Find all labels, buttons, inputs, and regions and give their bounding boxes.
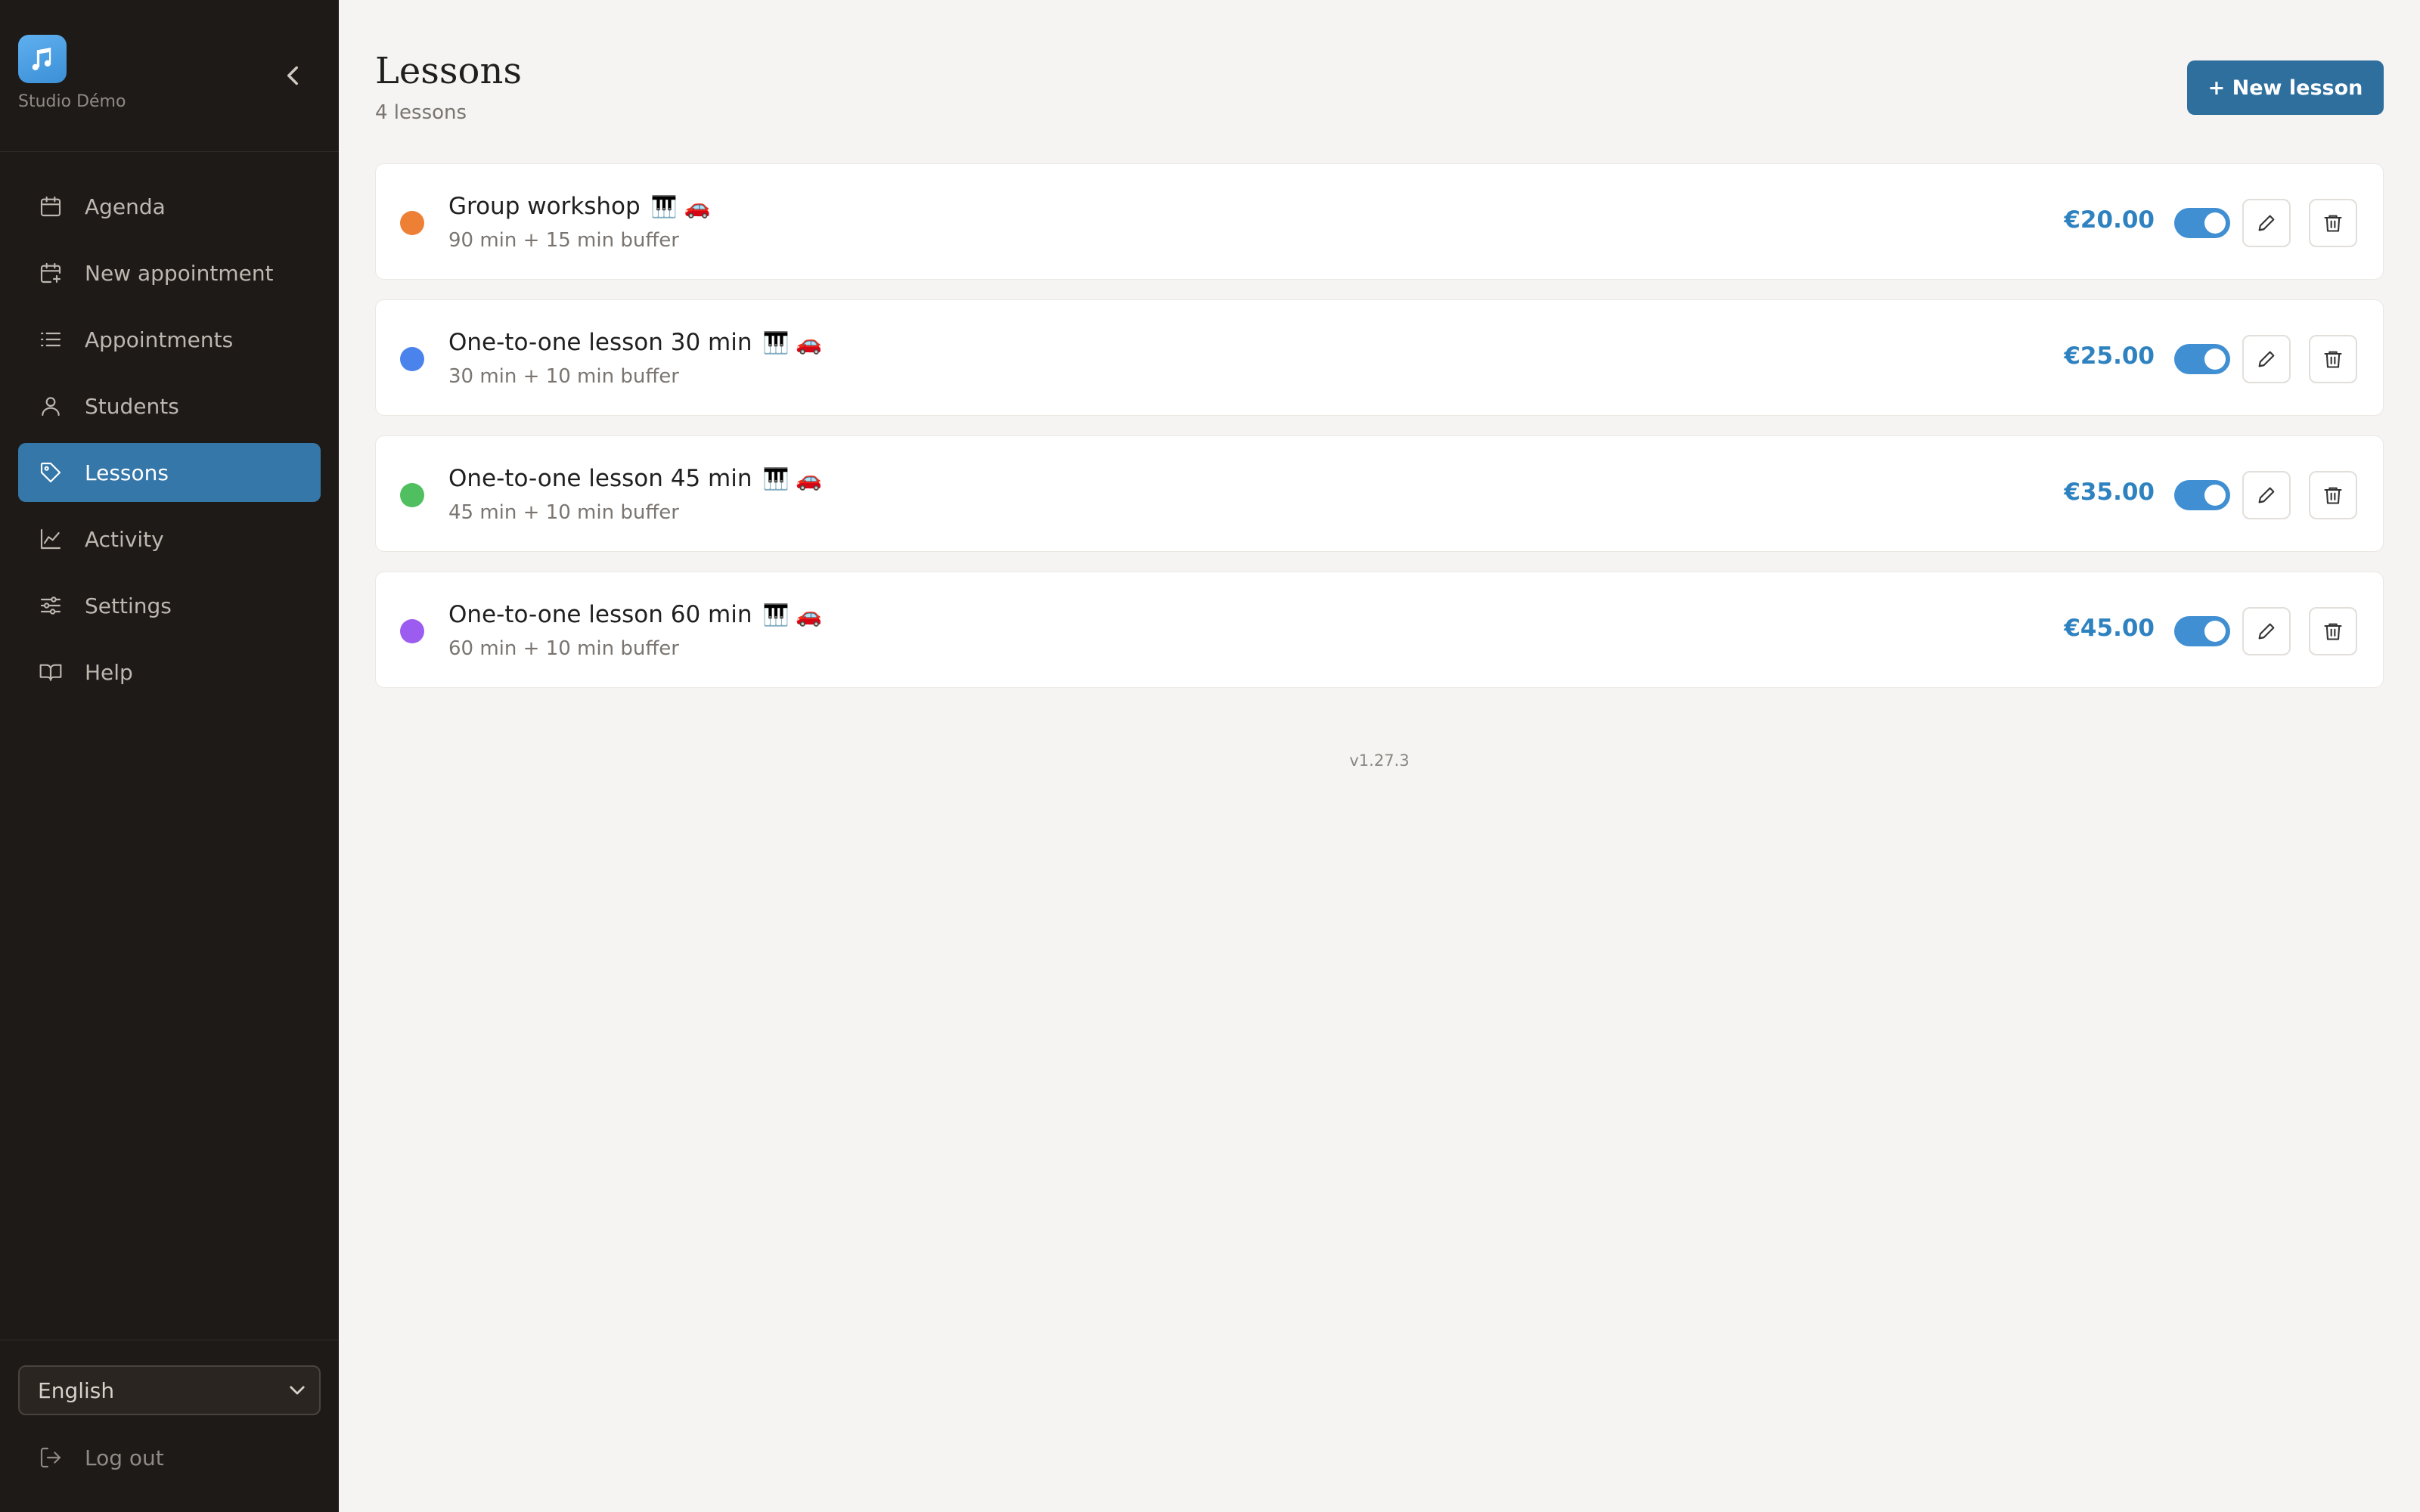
lesson-name: One-to-one lesson 45 min bbox=[448, 465, 752, 492]
edit-lesson-button[interactable] bbox=[2242, 335, 2291, 383]
logout-label: Log out bbox=[85, 1445, 164, 1470]
piano-car-icon: 🎹 🚗 bbox=[762, 603, 823, 627]
lesson-name-row: One-to-one lesson 60 min 🎹 🚗 bbox=[448, 601, 822, 628]
page-title: Lessons bbox=[375, 50, 522, 92]
lesson-duration: 60 min + 10 min buffer bbox=[448, 637, 679, 660]
lesson-name-row: One-to-one lesson 30 min 🎹 🚗 bbox=[448, 329, 822, 356]
lesson-color-dot bbox=[400, 483, 424, 507]
sidebar-item-label: Settings bbox=[85, 593, 172, 618]
edit-lesson-button[interactable] bbox=[2242, 471, 2291, 519]
sidebar-item-new-appointment[interactable]: New appointment bbox=[18, 243, 321, 302]
sidebar-item-label: Lessons bbox=[85, 460, 169, 485]
lesson-enabled-toggle[interactable] bbox=[2174, 344, 2230, 374]
language-selected-value: English bbox=[38, 1377, 115, 1403]
sidebar-item-label: Agenda bbox=[85, 194, 166, 219]
delete-lesson-button[interactable] bbox=[2309, 199, 2357, 247]
sidebar-item-label: New appointment bbox=[85, 260, 274, 286]
sidebar-item-appointments[interactable]: Appointments bbox=[18, 310, 321, 369]
sidebar-item-label: Appointments bbox=[85, 327, 234, 352]
lesson-duration: 30 min + 10 min buffer bbox=[448, 365, 679, 388]
lesson-card: One-to-one lesson 60 min 🎹 🚗 60 min + 10 … bbox=[375, 572, 2384, 688]
music-note-icon[interactable] bbox=[18, 35, 67, 83]
trash-icon bbox=[2324, 351, 2342, 368]
tag-icon bbox=[38, 460, 64, 485]
trash-icon bbox=[2324, 623, 2342, 640]
sidebar-item-label: Students bbox=[85, 393, 179, 419]
sidebar-item-help[interactable]: Help bbox=[18, 643, 321, 702]
sidebar-item-agenda[interactable]: Agenda bbox=[18, 177, 321, 236]
piano-car-icon: 🎹 🚗 bbox=[762, 330, 823, 355]
lesson-enabled-toggle[interactable] bbox=[2174, 616, 2230, 646]
lesson-card: Group workshop 🎹 🚗 90 min + 15 min buffer… bbox=[375, 163, 2384, 280]
lesson-duration: 90 min + 15 min buffer bbox=[448, 229, 679, 252]
trash-icon bbox=[2324, 215, 2342, 232]
collapse-sidebar-button[interactable] bbox=[284, 62, 301, 89]
lesson-card: One-to-one lesson 30 min 🎹 🚗 30 min + 10 … bbox=[375, 299, 2384, 416]
book-icon bbox=[38, 659, 64, 685]
lesson-enabled-toggle[interactable] bbox=[2174, 480, 2230, 510]
new-lesson-button[interactable]: + New lesson bbox=[2187, 60, 2384, 115]
lesson-price: €20.00 bbox=[2064, 206, 2155, 234]
sidebar-item-label: Help bbox=[85, 659, 133, 685]
lesson-color-dot bbox=[400, 347, 424, 371]
sidebar-item-label: Activity bbox=[85, 526, 164, 552]
pencil-icon bbox=[2258, 215, 2275, 231]
sidebar-nav: Agenda New appointment Appointments Stud… bbox=[18, 177, 321, 709]
trash-icon bbox=[2324, 487, 2342, 504]
chart-line-icon bbox=[38, 526, 64, 552]
main-content: Lessons 4 lessons + New lesson Group wor… bbox=[339, 0, 2420, 1512]
lesson-enabled-toggle[interactable] bbox=[2174, 208, 2230, 238]
lesson-name: One-to-one lesson 60 min bbox=[448, 601, 752, 628]
sidebar-divider bbox=[0, 151, 339, 152]
chevron-down-icon bbox=[290, 1386, 305, 1395]
sidebar-item-settings[interactable]: Settings bbox=[18, 576, 321, 635]
user-icon bbox=[38, 393, 64, 419]
list-icon bbox=[38, 327, 64, 352]
lesson-name: One-to-one lesson 30 min bbox=[448, 329, 752, 356]
pencil-icon bbox=[2258, 623, 2275, 640]
lesson-name-row: One-to-one lesson 45 min 🎹 🚗 bbox=[448, 465, 822, 492]
lesson-name: Group workshop bbox=[448, 193, 641, 220]
lesson-price: €35.00 bbox=[2064, 479, 2155, 506]
app-version: v1.27.3 bbox=[1349, 751, 1410, 770]
sidebar-item-lessons[interactable]: Lessons bbox=[18, 443, 321, 502]
lesson-price: €25.00 bbox=[2064, 342, 2155, 370]
brand: Studio Démo bbox=[18, 35, 126, 111]
sidebar: Studio Démo Agenda New appointment Appoi… bbox=[0, 0, 339, 1512]
calendar-plus-icon bbox=[38, 260, 64, 286]
delete-lesson-button[interactable] bbox=[2309, 607, 2357, 655]
piano-car-icon: 🎹 🚗 bbox=[762, 466, 823, 491]
logout-button[interactable]: Log out bbox=[18, 1435, 164, 1480]
brand-name: Studio Démo bbox=[18, 92, 126, 111]
chevron-left-icon bbox=[287, 66, 298, 85]
lesson-price: €45.00 bbox=[2064, 615, 2155, 642]
lesson-color-dot bbox=[400, 619, 424, 643]
language-select[interactable]: English bbox=[18, 1365, 321, 1415]
pencil-icon bbox=[2258, 351, 2275, 367]
lesson-list: Group workshop 🎹 🚗 90 min + 15 min buffer… bbox=[375, 163, 2384, 708]
logout-icon bbox=[38, 1445, 64, 1470]
piano-car-icon: 🎹 🚗 bbox=[650, 194, 711, 219]
delete-lesson-button[interactable] bbox=[2309, 471, 2357, 519]
sidebar-item-activity[interactable]: Activity bbox=[18, 510, 321, 569]
lesson-duration: 45 min + 10 min buffer bbox=[448, 501, 679, 524]
calendar-icon bbox=[38, 194, 64, 219]
lesson-name-row: Group workshop 🎹 🚗 bbox=[448, 193, 710, 220]
lesson-card: One-to-one lesson 45 min 🎹 🚗 45 min + 10 … bbox=[375, 435, 2384, 552]
edit-lesson-button[interactable] bbox=[2242, 607, 2291, 655]
delete-lesson-button[interactable] bbox=[2309, 335, 2357, 383]
lesson-color-dot bbox=[400, 211, 424, 235]
edit-lesson-button[interactable] bbox=[2242, 199, 2291, 247]
lesson-count: 4 lessons bbox=[375, 101, 467, 124]
pencil-icon bbox=[2258, 487, 2275, 503]
sliders-icon bbox=[38, 593, 64, 618]
sidebar-item-students[interactable]: Students bbox=[18, 376, 321, 435]
